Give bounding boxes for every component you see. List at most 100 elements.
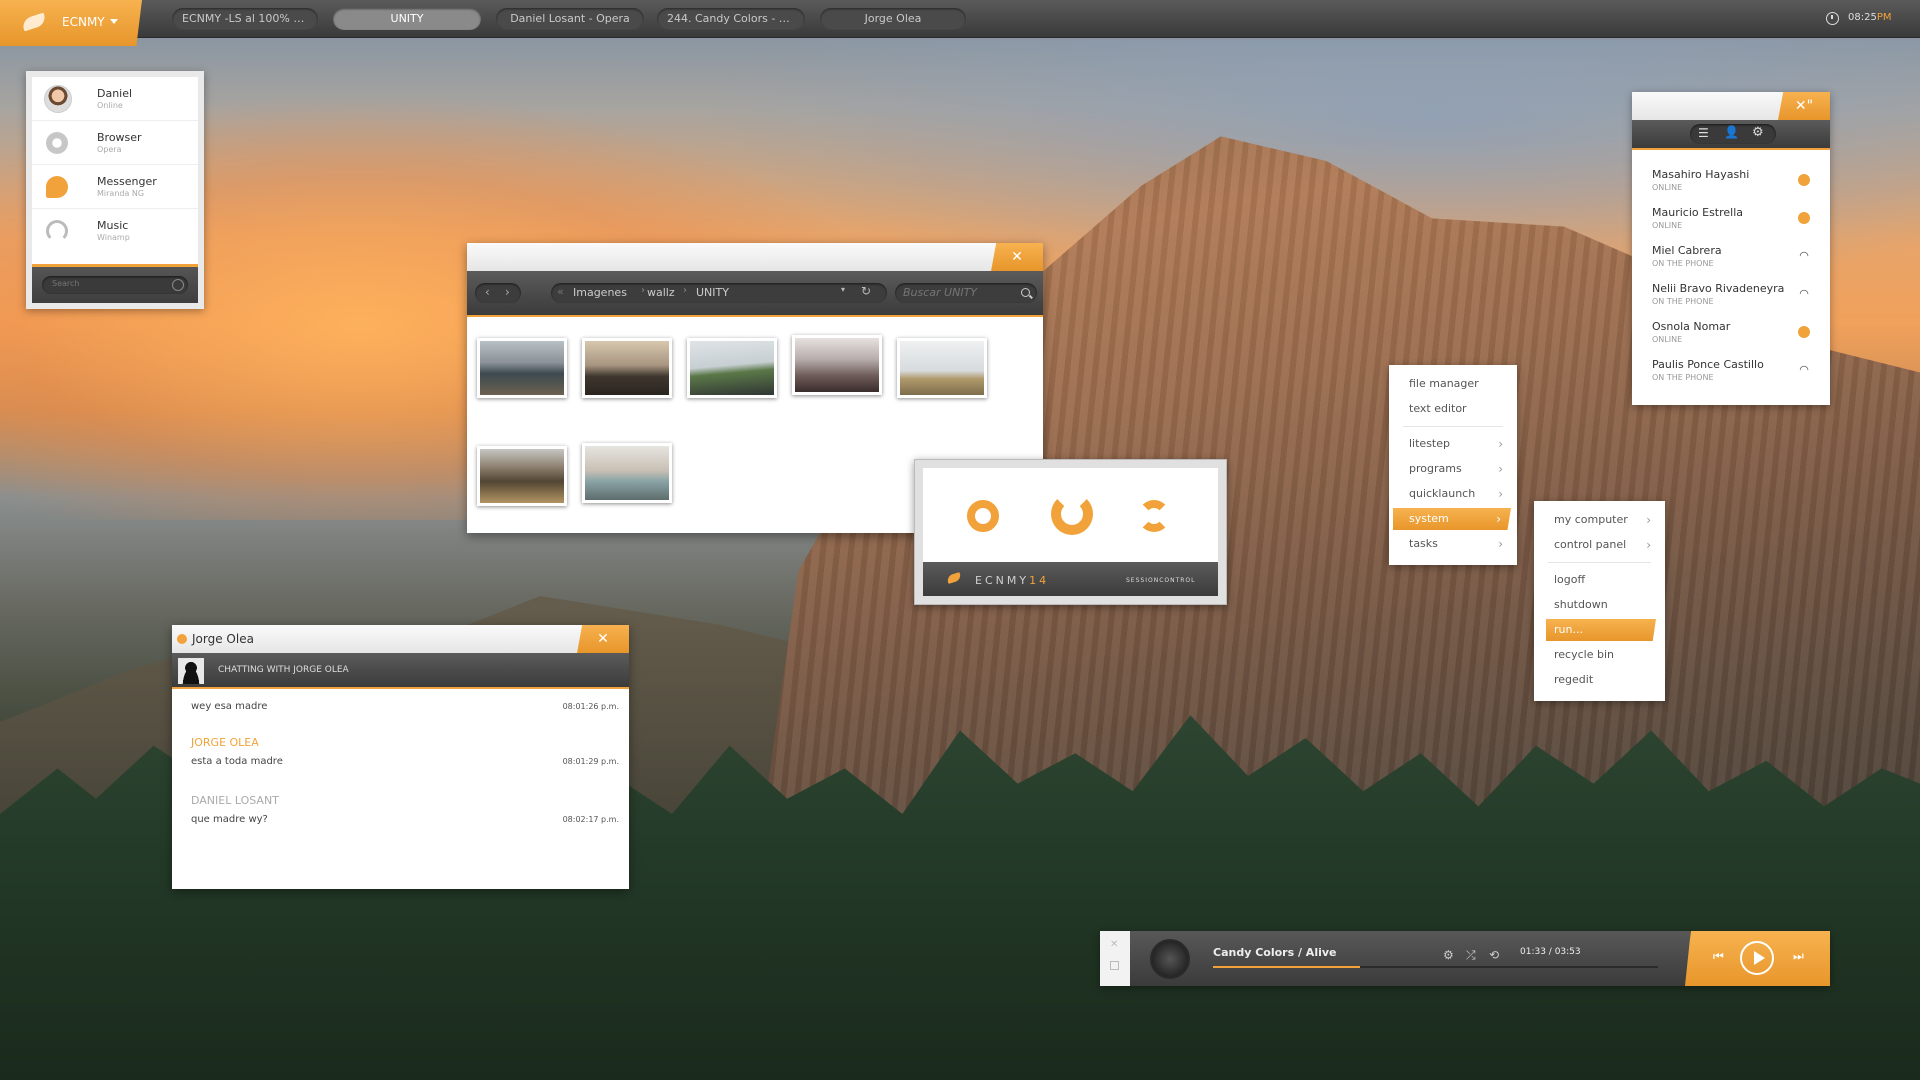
image-thumbnail[interactable] xyxy=(582,338,672,398)
dropdown-icon[interactable]: ▾ xyxy=(841,285,845,294)
user-icon[interactable]: 👤 xyxy=(1724,125,1739,139)
list-icon[interactable]: ☰ xyxy=(1698,126,1709,140)
menu-item-label: litestep xyxy=(1409,437,1450,450)
launcher-item-music[interactable]: Music Winamp xyxy=(32,209,198,253)
clock-icon[interactable] xyxy=(1826,12,1839,25)
menu-item-selected[interactable]: run... xyxy=(1546,619,1656,641)
shuffle-icon[interactable]: ⤮ xyxy=(1466,948,1476,963)
album-art xyxy=(1150,939,1190,979)
gear-icon[interactable]: ⚙ xyxy=(1752,125,1764,140)
menu-item[interactable]: recycle bin xyxy=(1534,644,1665,666)
chat-header: CHATTING WITH JORGE OLEA xyxy=(172,653,629,687)
clock: 08:25PM xyxy=(1848,12,1892,23)
breadcrumb-item[interactable]: wallz xyxy=(647,286,675,299)
task-button-active[interactable]: UNITY xyxy=(333,8,481,30)
ecnmy-logo-icon xyxy=(20,12,48,32)
close-button[interactable]: ✕" xyxy=(1778,92,1830,120)
contact-status: ON THE PHONE xyxy=(1652,297,1714,306)
chat-icon xyxy=(46,176,68,198)
message-sender: DANIEL LOSANT xyxy=(191,794,279,807)
contact-item[interactable]: Nelii Bravo Rivadeneyra ON THE PHONE ◠ xyxy=(1632,278,1830,316)
search-icon[interactable] xyxy=(1021,288,1030,297)
shutdown-button[interactable] xyxy=(1051,493,1093,535)
launcher-search[interactable] xyxy=(42,276,188,294)
file-search-input[interactable] xyxy=(903,286,1013,299)
menu-item[interactable]: shutdown xyxy=(1534,594,1665,616)
menu-item[interactable]: file manager xyxy=(1389,373,1517,395)
menu-item[interactable]: quicklaunch › xyxy=(1389,483,1517,505)
task-button[interactable]: ECNMY -LS al 100% (R... xyxy=(172,8,318,30)
chat-header-text: CHATTING WITH JORGE OLEA xyxy=(218,665,349,675)
refresh-icon[interactable]: ↻ xyxy=(861,284,871,298)
launcher-item-title: Messenger xyxy=(97,175,157,188)
nav-buttons: ‹ › xyxy=(475,283,521,303)
lock-button[interactable] xyxy=(967,500,999,532)
online-status-icon xyxy=(1798,326,1810,338)
menu-item-selected[interactable]: system › xyxy=(1393,508,1511,530)
contact-item[interactable]: Masahiro Hayashi ONLINE xyxy=(1632,164,1830,202)
menu-item[interactable]: programs › xyxy=(1389,458,1517,480)
menu-item[interactable]: litestep › xyxy=(1389,433,1517,455)
launcher-item-messenger[interactable]: Messenger Miranda NG xyxy=(32,165,198,209)
contact-item[interactable]: Osnola Nomar ONLINE xyxy=(1632,316,1830,354)
restart-button[interactable] xyxy=(1138,500,1170,532)
window-titlebar[interactable]: Jorge Olea xyxy=(172,625,629,653)
menu-item[interactable]: text editor xyxy=(1389,398,1517,420)
contact-item[interactable]: Paulis Ponce Castillo ON THE PHONE ◠ xyxy=(1632,354,1830,392)
start-label: ECNMY xyxy=(62,15,105,29)
contact-item[interactable]: Miel Cabrera ON THE PHONE ◠ xyxy=(1632,240,1830,278)
menu-item[interactable]: tasks › xyxy=(1389,533,1517,555)
repeat-icon[interactable]: ⟲ xyxy=(1489,948,1499,962)
wifi-icon: ◠ xyxy=(1799,363,1809,376)
image-thumbnail[interactable] xyxy=(477,338,567,398)
task-button[interactable]: Daniel Losant - Opera xyxy=(496,8,644,30)
close-button[interactable]: ✕ xyxy=(991,243,1043,271)
menu-item-label: tasks xyxy=(1409,537,1438,550)
forward-icon[interactable]: › xyxy=(505,285,510,299)
contact-name: Miel Cabrera xyxy=(1652,244,1722,257)
image-thumbnail[interactable] xyxy=(792,335,882,395)
menu-item-label: quicklaunch xyxy=(1409,487,1476,500)
contact-item[interactable]: Mauricio Estrella ONLINE xyxy=(1632,202,1830,240)
menu-item-label: recycle bin xyxy=(1554,648,1614,661)
close-button[interactable]: ✕ xyxy=(577,625,629,653)
wifi-icon: ◠ xyxy=(1799,287,1809,300)
launcher-item-profile[interactable]: Daniel Online xyxy=(32,77,198,121)
task-button[interactable]: 244. Candy Colors - A... xyxy=(657,8,805,30)
contact-status: ONLINE xyxy=(1652,221,1683,230)
next-icon[interactable]: ⏭ xyxy=(1793,949,1804,964)
previous-icon[interactable]: ⏮ xyxy=(1713,949,1724,964)
image-thumbnail[interactable] xyxy=(582,443,672,503)
close-icon[interactable]: ✕ xyxy=(1110,939,1118,950)
image-thumbnail[interactable] xyxy=(897,338,987,398)
breadcrumb-item[interactable]: Imagenes xyxy=(573,286,627,299)
image-thumbnail[interactable] xyxy=(687,338,777,398)
file-search[interactable] xyxy=(895,283,1037,303)
ecnmy-logo-icon xyxy=(946,572,962,584)
window-titlebar[interactable] xyxy=(467,243,1043,271)
task-button[interactable]: Jorge Olea xyxy=(820,8,966,30)
launcher-item-subtitle: Online xyxy=(97,101,123,110)
menu-item[interactable]: control panel › xyxy=(1534,534,1665,556)
play-button[interactable] xyxy=(1740,941,1774,975)
start-button[interactable]: ECNMY xyxy=(0,0,142,46)
progress-bar[interactable] xyxy=(1213,966,1658,968)
window-icon[interactable] xyxy=(1110,961,1119,970)
launcher-search-input[interactable] xyxy=(52,279,162,288)
menu-item-label: control panel xyxy=(1554,538,1627,551)
message-text: esta a toda madre xyxy=(191,756,283,767)
menu-item-label: file manager xyxy=(1409,377,1479,390)
power-icon[interactable] xyxy=(172,279,184,291)
menu-item[interactable]: logoff xyxy=(1534,569,1665,591)
gear-icon[interactable]: ⚙ xyxy=(1443,948,1454,962)
menu-item[interactable]: my computer › xyxy=(1534,509,1665,531)
launcher-item-browser[interactable]: Browser Opera xyxy=(32,121,198,165)
contact-status: ON THE PHONE xyxy=(1652,373,1714,382)
back-icon[interactable]: ‹ xyxy=(485,285,490,299)
menu-item-label: shutdown xyxy=(1554,598,1608,611)
menu-item[interactable]: regedit xyxy=(1534,669,1665,691)
online-status-icon xyxy=(1798,174,1810,186)
breadcrumb-item[interactable]: UNITY xyxy=(696,286,729,299)
image-thumbnail[interactable] xyxy=(477,446,567,506)
chevron-right-icon: › xyxy=(1498,437,1503,451)
